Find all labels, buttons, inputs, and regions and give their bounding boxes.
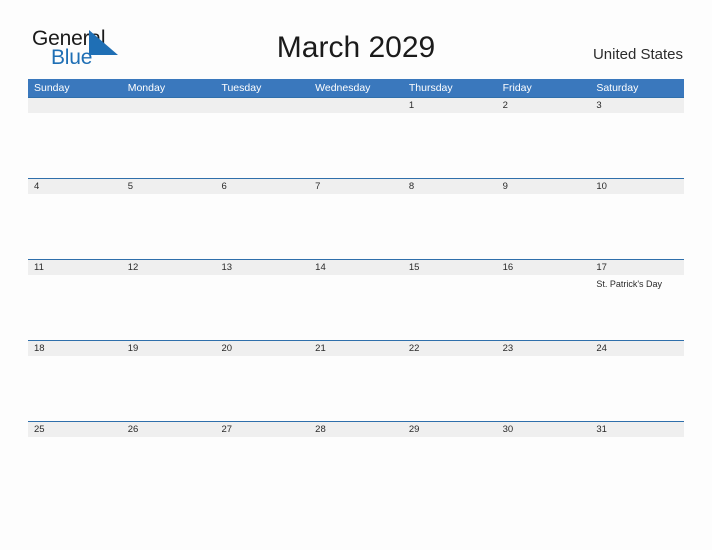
date-cell[interactable]: 29 <box>403 422 497 437</box>
day-of-week-header-row: Sunday Monday Tuesday Wednesday Thursday Frid… <box>28 79 684 97</box>
day-events-cell <box>215 356 309 421</box>
date-cell[interactable]: 16 <box>497 260 591 275</box>
date-cell[interactable]: 5 <box>122 179 216 194</box>
day-events-cell <box>497 437 591 502</box>
date-cell[interactable]: 25 <box>28 422 122 437</box>
date-cell[interactable]: 14 <box>309 260 403 275</box>
date-cell[interactable]: 30 <box>497 422 591 437</box>
day-of-week-header-thursday: Thursday <box>408 82 453 94</box>
day-of-week-header-sunday: Sunday <box>34 82 70 94</box>
date-cell[interactable]: 1 <box>403 98 497 113</box>
day-events-cell <box>590 356 684 421</box>
date-cell[interactable]: 23 <box>497 341 591 356</box>
day-events-cell <box>215 275 309 340</box>
date-cell-empty <box>215 98 309 113</box>
date-cell[interactable]: 2 <box>497 98 591 113</box>
day-events-cell <box>122 113 216 178</box>
day-of-week-header-monday: Monday <box>127 82 166 94</box>
date-cell[interactable]: 9 <box>497 179 591 194</box>
date-cell[interactable]: 18 <box>28 341 122 356</box>
day-events-cell <box>590 113 684 178</box>
day-events-cell <box>590 194 684 259</box>
date-cell[interactable]: 22 <box>403 341 497 356</box>
day-events-cell <box>28 356 122 421</box>
date-cell-empty <box>28 98 122 113</box>
day-events-cell <box>122 275 216 340</box>
day-of-week-header-saturday: Saturday <box>596 82 639 94</box>
calendar-week-row: 18 19 20 21 22 23 24 <box>28 340 684 421</box>
date-cell[interactable]: 11 <box>28 260 122 275</box>
date-cell[interactable]: 26 <box>122 422 216 437</box>
date-cell[interactable]: 15 <box>403 260 497 275</box>
date-cell[interactable]: 3 <box>590 98 684 113</box>
day-events-cell <box>28 113 122 178</box>
day-events-cell <box>309 437 403 502</box>
day-events-cell <box>28 194 122 259</box>
day-events-cell <box>122 437 216 502</box>
date-cell[interactable]: 8 <box>403 179 497 194</box>
calendar-week-row: 4 5 6 7 8 9 10 <box>28 178 684 259</box>
day-events-cell <box>403 275 497 340</box>
day-of-week-header-tuesday: Tuesday <box>221 82 262 94</box>
day-events-cell[interactable]: St. Patrick's Day <box>590 275 684 340</box>
day-events-cell <box>497 113 591 178</box>
day-events-cell <box>403 113 497 178</box>
date-cell[interactable]: 10 <box>590 179 684 194</box>
date-number-band: 11 12 13 14 15 16 17 <box>28 260 684 275</box>
event-band <box>28 194 684 259</box>
calendar-page: General Blue March 2029 United States Su… <box>0 0 712 550</box>
day-events-cell <box>403 437 497 502</box>
date-cell[interactable]: 24 <box>590 341 684 356</box>
day-events-cell <box>28 275 122 340</box>
event-band <box>28 437 684 502</box>
date-cell[interactable]: 20 <box>215 341 309 356</box>
holiday-event-label: St. Patrick's Day <box>596 279 663 289</box>
day-events-cell <box>403 194 497 259</box>
date-cell[interactable]: 13 <box>215 260 309 275</box>
date-cell[interactable]: 4 <box>28 179 122 194</box>
calendar-week-row: 123 <box>28 97 684 178</box>
event-band <box>28 113 684 178</box>
date-cell[interactable]: 28 <box>309 422 403 437</box>
day-events-cell <box>215 437 309 502</box>
day-events-cell <box>215 113 309 178</box>
date-number-band: 123 <box>28 98 684 113</box>
day-events-cell <box>215 194 309 259</box>
date-cell-empty <box>122 98 216 113</box>
date-number-band: 25 26 27 28 29 30 31 <box>28 422 684 437</box>
calendar-weeks: 1 2 3 4 5 6 7 8 9 10 11 12 13 14 15 16 17 St. Patrick's D… <box>28 97 684 502</box>
day-events-cell <box>122 194 216 259</box>
date-cell[interactable]: 19 <box>122 341 216 356</box>
date-cell[interactable]: 17 <box>590 260 684 275</box>
date-number-band: 18 19 20 21 22 23 24 <box>28 341 684 356</box>
date-cell[interactable]: 27 <box>215 422 309 437</box>
date-cell[interactable]: 21 <box>309 341 403 356</box>
day-events-cell <box>28 437 122 502</box>
day-events-cell <box>309 275 403 340</box>
date-cell[interactable]: 6 <box>215 179 309 194</box>
day-events-cell <box>403 356 497 421</box>
day-of-week-header-friday: Friday <box>502 82 532 94</box>
day-events-cell <box>122 356 216 421</box>
date-cell-empty <box>309 98 403 113</box>
date-cell[interactable]: 7 <box>309 179 403 194</box>
day-of-week-header-wednesday: Wednesday <box>315 82 371 94</box>
region-label: United States <box>592 46 683 63</box>
page-header: General Blue March 2029 United States <box>0 0 712 78</box>
date-cell[interactable]: 31 <box>590 422 684 437</box>
day-events-cell <box>590 437 684 502</box>
calendar-week-row: 11 12 13 14 15 16 17 St. Patrick's Day <box>28 259 684 340</box>
event-band <box>28 356 684 421</box>
day-events-cell <box>309 356 403 421</box>
day-events-cell <box>309 194 403 259</box>
day-events-cell <box>497 194 591 259</box>
day-events-cell <box>497 275 591 340</box>
calendar-week-row: 25 26 27 28 29 30 31 <box>28 421 684 502</box>
event-band: St. Patrick's Day <box>28 275 684 340</box>
date-number-band: 4 5 6 7 8 9 10 <box>28 179 684 194</box>
day-events-cell <box>497 356 591 421</box>
day-events-cell <box>309 113 403 178</box>
date-cell[interactable]: 12 <box>122 260 216 275</box>
calendar-grid: Sunday Monday Tuesday Wednesday Thursday Frid… <box>28 79 684 502</box>
